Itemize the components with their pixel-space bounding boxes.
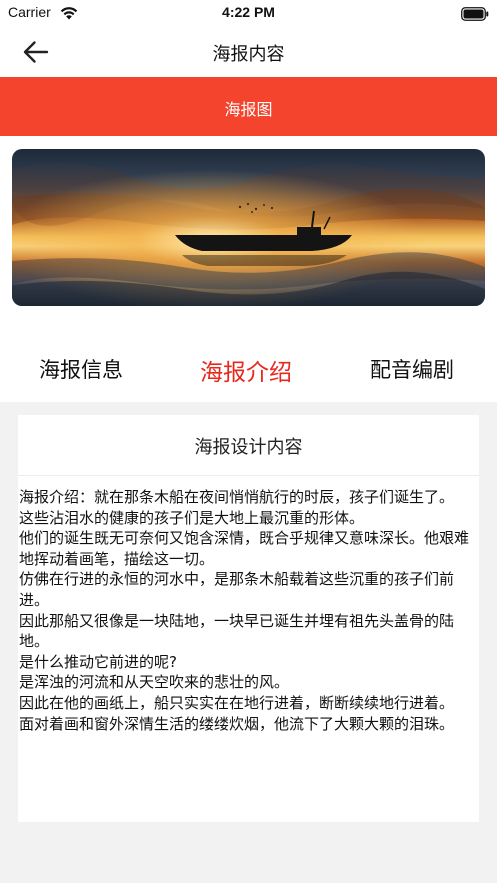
paragraph: 海报介绍：就在那条木船在夜间悄悄航行的时辰，孩子们诞生了。 — [19, 488, 455, 506]
tab-bar: 海报信息 海报介绍 配音编剧 — [0, 340, 497, 400]
paragraph: 是浑浊的河流和从天空吹来的悲壮的风。 — [19, 673, 290, 692]
card-title: 海报设计内容 — [194, 437, 303, 458]
nav-bar: 海报内容 — [0, 28, 497, 77]
tab-poster-intro[interactable]: 海报介绍 — [200, 353, 292, 387]
intro-text: 海报介绍：就在那条木船在夜间悄悄航行的时辰，孩子们诞生了。 这些沾泪水的健康的孩… — [19, 487, 477, 734]
paragraph: 是什么推动它前进的呢? — [19, 652, 177, 671]
divider — [18, 475, 479, 476]
paragraph: 仿佛在行进的永恒的河水中，是那条木船载着这些沉重的孩子们前进。 — [19, 570, 455, 609]
banner-label: 海报图 — [224, 100, 273, 119]
status-bar: Carrier 4:22 PM — [0, 0, 497, 28]
content-card: 海报设计内容 海报介绍：就在那条木船在夜间悄悄航行的时辰，孩子们诞生了。 这些沾… — [18, 415, 479, 822]
clock: 4:22 PM — [222, 4, 275, 20]
tab-dubbing-script[interactable]: 配音编剧 — [370, 354, 454, 384]
paragraph: 因此在他的画纸上，船只实实在在地行进着，断断续续地行进着。 — [19, 693, 455, 712]
paragraph: 因此那船又很像是一块陆地，一块早已诞生并埋有祖先头盖骨的陆地。 — [19, 611, 455, 651]
paragraph: 他们的诞生既无可奈何又饱含深情，既合乎规律又意味深长。他艰难地挥动着画笔，描绘这… — [19, 529, 470, 568]
paragraph: 这些沾泪水的健康的孩子们是大地上最沉重的形体。 — [19, 508, 365, 527]
poster-image-banner: 海报图 — [0, 77, 497, 136]
paragraph: 面对着画和窗外深情生活的缕缕炊烟，他流下了大颗大颗的泪珠。 — [19, 714, 455, 733]
battery-icon — [461, 6, 489, 25]
tab-poster-info[interactable]: 海报信息 — [39, 354, 123, 384]
poster-image — [12, 149, 485, 306]
page-title: 海报内容 — [212, 44, 285, 65]
